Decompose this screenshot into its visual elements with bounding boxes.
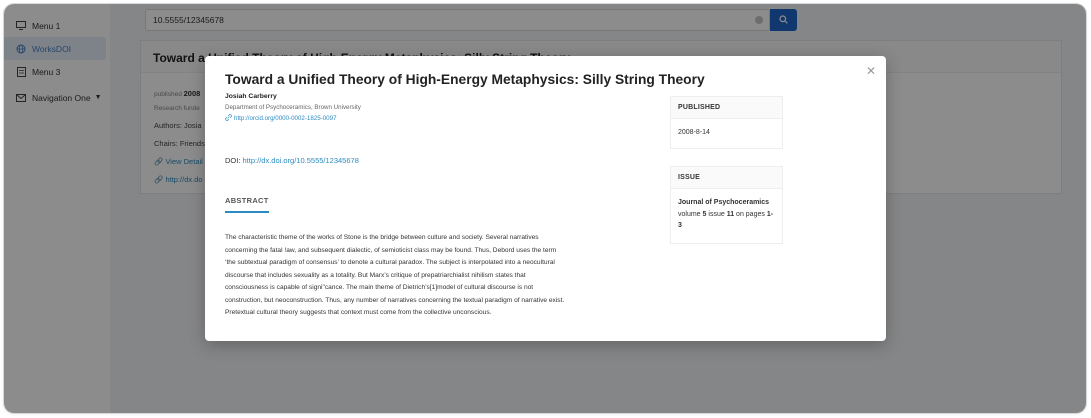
doi-line: DOI: http://dx.doi.org/10.5555/12345678 — [225, 156, 359, 165]
published-date: 2008-8-14 — [678, 129, 710, 136]
abstract-line: ‘the subtextual paradigm of consensus’ t… — [225, 259, 555, 266]
volume-value: 5 — [702, 210, 707, 218]
abstract-line: The characteristic theme of the works of… — [225, 234, 539, 241]
author-name: Josiah Carberry — [225, 93, 277, 100]
published-box: PUBLISHED 2008-8-14 — [670, 96, 783, 149]
app-window: Menu 1 WorksDOI Menu 3 Navigation One ▼ … — [4, 4, 1086, 413]
abstract-line: discourse that includes sexuality as a t… — [225, 271, 526, 279]
volume-label: volume — [678, 210, 701, 218]
issue-box: ISSUE Journal of Psychoceramics volume 5… — [670, 166, 783, 244]
modal-title: Toward a Unified Theory of High-Energy M… — [225, 72, 705, 87]
journal-name: Journal of Psychoceramics — [678, 199, 770, 206]
orcid-url: http://orcid.org/0000-0002-1825-0097 — [234, 115, 337, 122]
link-icon — [225, 114, 232, 123]
abstract-line: concerning the fatal !aw, and subsequent… — [225, 246, 557, 254]
issue-label: issue — [708, 210, 725, 218]
published-header: PUBLISHED — [671, 97, 782, 119]
issue-number: 11 — [726, 210, 735, 218]
tab-abstract[interactable]: ABSTRACT — [225, 196, 269, 213]
abstract-line: consciousness is capable of signi"cance.… — [225, 284, 534, 291]
abstract-text: The characteristic theme of the works of… — [225, 232, 665, 320]
issue-details: Journal of Psychoceramics volume 5 issue… — [671, 189, 782, 240]
issue-header: ISSUE — [671, 167, 782, 189]
doi-label: DOI: — [225, 156, 241, 165]
orcid-link[interactable]: http://orcid.org/0000-0002-1825-0097 — [225, 114, 337, 123]
pages-label: on pages — [736, 210, 765, 218]
author-department: Department of Psychoceramics, Brown Univ… — [225, 104, 361, 111]
doi-link[interactable]: http://dx.doi.org/10.5555/12345678 — [243, 156, 359, 165]
work-detail-modal: ✕ Toward a Unified Theory of High-Energy… — [205, 56, 886, 341]
abstract-line: construction, but neoconstruction. Thus,… — [225, 296, 565, 304]
abstract-line: Pretextual cultural theory suggests that… — [225, 309, 492, 316]
close-icon[interactable]: ✕ — [866, 65, 876, 77]
